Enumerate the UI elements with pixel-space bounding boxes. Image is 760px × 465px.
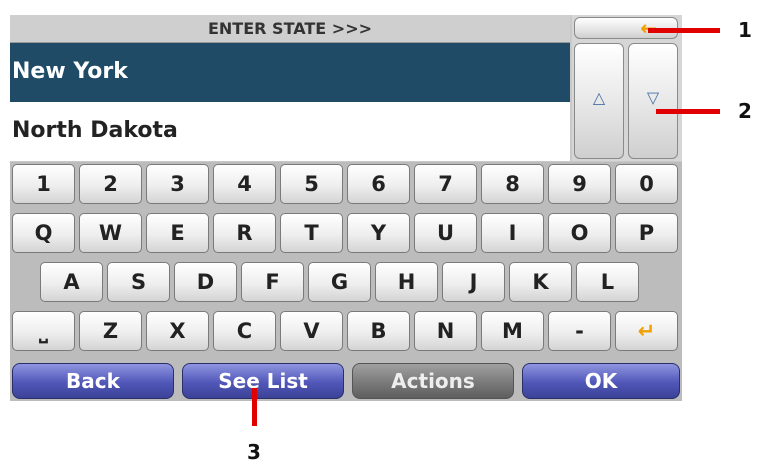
key-z[interactable]: Z bbox=[79, 311, 142, 351]
back-button[interactable]: Back bbox=[12, 363, 174, 399]
key-l[interactable]: L bbox=[576, 262, 639, 302]
key-c[interactable]: C bbox=[213, 311, 276, 351]
ok-button[interactable]: OK bbox=[522, 363, 680, 399]
callout-number-2: 2 bbox=[738, 99, 752, 123]
key-p[interactable]: P bbox=[615, 213, 678, 253]
list-item-north-dakota[interactable]: North Dakota bbox=[10, 100, 570, 159]
actions-button[interactable]: Actions bbox=[352, 363, 514, 399]
key-5[interactable]: 5 bbox=[280, 164, 343, 204]
key-x[interactable]: X bbox=[146, 311, 209, 351]
triangle-up-icon: △ bbox=[592, 88, 606, 107]
callout-line-3 bbox=[252, 388, 257, 426]
triangle-down-icon: ▽ bbox=[646, 88, 660, 107]
key-r[interactable]: R bbox=[213, 213, 276, 253]
list-item-new-york[interactable]: New York bbox=[10, 43, 570, 100]
scroll-down-button[interactable]: ▽ bbox=[628, 43, 678, 159]
key-w[interactable]: W bbox=[79, 213, 142, 253]
key-e[interactable]: E bbox=[146, 213, 209, 253]
key-n[interactable]: N bbox=[414, 311, 477, 351]
key-y[interactable]: Y bbox=[347, 213, 410, 253]
key-a[interactable]: A bbox=[40, 262, 103, 302]
key-h[interactable]: H bbox=[375, 262, 438, 302]
key-q[interactable]: Q bbox=[12, 213, 75, 253]
device-screen: ENTER STATE >>> New York North Dakota ← … bbox=[10, 15, 682, 401]
key-2[interactable]: 2 bbox=[79, 164, 142, 204]
key-u[interactable]: U bbox=[414, 213, 477, 253]
scroll-up-button[interactable]: △ bbox=[574, 43, 624, 159]
key-6[interactable]: 6 bbox=[347, 164, 410, 204]
key-d[interactable]: D bbox=[174, 262, 237, 302]
callout-number-1: 1 bbox=[738, 18, 752, 42]
key-7[interactable]: 7 bbox=[414, 164, 477, 204]
key-k[interactable]: K bbox=[509, 262, 572, 302]
callout-line-1 bbox=[648, 28, 720, 33]
key-1[interactable]: 1 bbox=[12, 164, 75, 204]
key-j[interactable]: J bbox=[442, 262, 505, 302]
page-title: ENTER STATE >>> bbox=[10, 15, 570, 43]
callout-number-3: 3 bbox=[247, 440, 261, 464]
key-g[interactable]: G bbox=[308, 262, 371, 302]
key-s[interactable]: S bbox=[107, 262, 170, 302]
key-hyphen[interactable]: - bbox=[548, 311, 611, 351]
callout-line-2 bbox=[656, 109, 720, 114]
results-list: New York North Dakota bbox=[10, 43, 570, 161]
key-enter[interactable]: ↵ bbox=[615, 311, 678, 351]
key-4[interactable]: 4 bbox=[213, 164, 276, 204]
key-space[interactable]: ⎵ bbox=[12, 311, 75, 351]
key-9[interactable]: 9 bbox=[548, 164, 611, 204]
onscreen-keyboard: 1 2 3 4 5 6 7 8 9 0 Q W E R T Y U I O P … bbox=[10, 162, 682, 401]
side-controls: ← △ ▽ bbox=[572, 15, 682, 161]
key-m[interactable]: M bbox=[481, 311, 544, 351]
key-0[interactable]: 0 bbox=[615, 164, 678, 204]
key-o[interactable]: O bbox=[548, 213, 611, 253]
key-b[interactable]: B bbox=[347, 311, 410, 351]
key-v[interactable]: V bbox=[280, 311, 343, 351]
key-f[interactable]: F bbox=[241, 262, 304, 302]
see-list-button[interactable]: See List bbox=[182, 363, 344, 399]
key-t[interactable]: T bbox=[280, 213, 343, 253]
key-3[interactable]: 3 bbox=[146, 164, 209, 204]
key-i[interactable]: I bbox=[481, 213, 544, 253]
key-8[interactable]: 8 bbox=[481, 164, 544, 204]
